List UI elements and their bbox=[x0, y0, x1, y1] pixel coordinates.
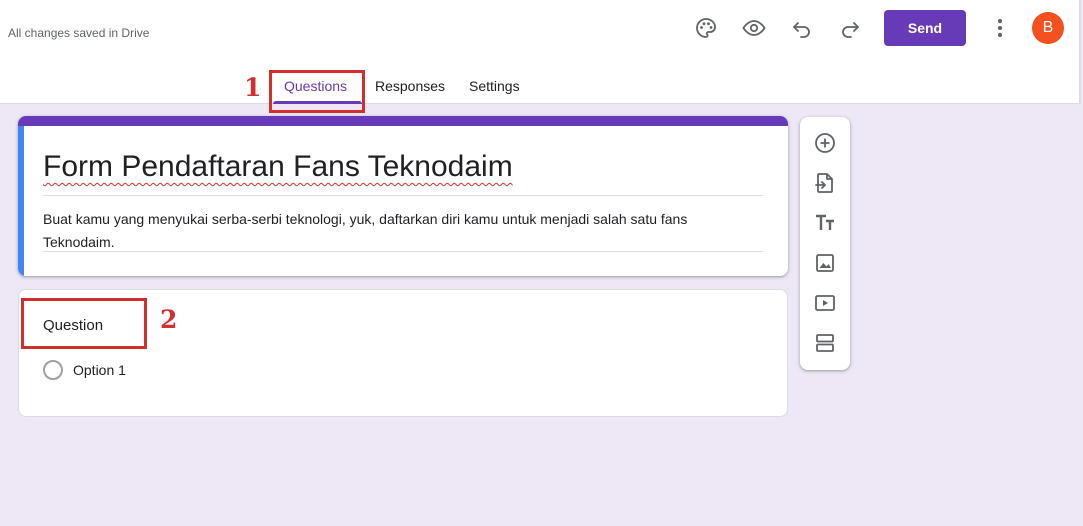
page-edge bbox=[1079, 0, 1081, 104]
side-toolbar bbox=[800, 117, 850, 370]
save-status: All changes saved in Drive bbox=[8, 26, 150, 40]
add-title-icon[interactable] bbox=[811, 209, 839, 237]
palette-icon[interactable] bbox=[690, 12, 722, 44]
annotation-box-2 bbox=[21, 298, 147, 349]
send-button[interactable]: Send bbox=[884, 10, 966, 46]
eye-icon[interactable] bbox=[738, 12, 770, 44]
top-bar: All changes saved in Drive Send B Questi… bbox=[0, 0, 1081, 104]
tab-responses[interactable]: Responses bbox=[375, 78, 445, 94]
avatar[interactable]: B bbox=[1032, 12, 1064, 44]
undo-icon[interactable] bbox=[786, 12, 818, 44]
annotation-number-2: 2 bbox=[160, 305, 178, 334]
more-vert-icon[interactable] bbox=[984, 12, 1016, 44]
form-title[interactable]: Form Pendaftaran Fans Teknodaim bbox=[43, 150, 513, 184]
title-underline bbox=[43, 195, 763, 196]
radio-button bbox=[43, 360, 63, 380]
title-card-accent-strip bbox=[18, 116, 788, 126]
annotation-box-1 bbox=[269, 70, 365, 113]
add-section-icon[interactable] bbox=[811, 329, 839, 357]
tab-settings[interactable]: Settings bbox=[469, 78, 520, 94]
form-title-card[interactable]: Form Pendaftaran Fans Teknodaim Buat kam… bbox=[18, 116, 788, 276]
option-label[interactable]: Option 1 bbox=[73, 362, 126, 378]
title-card-focus-strip bbox=[18, 126, 24, 276]
add-video-icon[interactable] bbox=[811, 289, 839, 317]
annotation-number-1: 1 bbox=[244, 73, 262, 102]
import-questions-icon[interactable] bbox=[811, 169, 839, 197]
redo-icon[interactable] bbox=[834, 12, 866, 44]
add-question-icon[interactable] bbox=[811, 129, 839, 157]
form-description[interactable]: Buat kamu yang menyukai serba-serbi tekn… bbox=[43, 208, 743, 254]
description-underline bbox=[43, 251, 763, 252]
add-image-icon[interactable] bbox=[811, 249, 839, 277]
